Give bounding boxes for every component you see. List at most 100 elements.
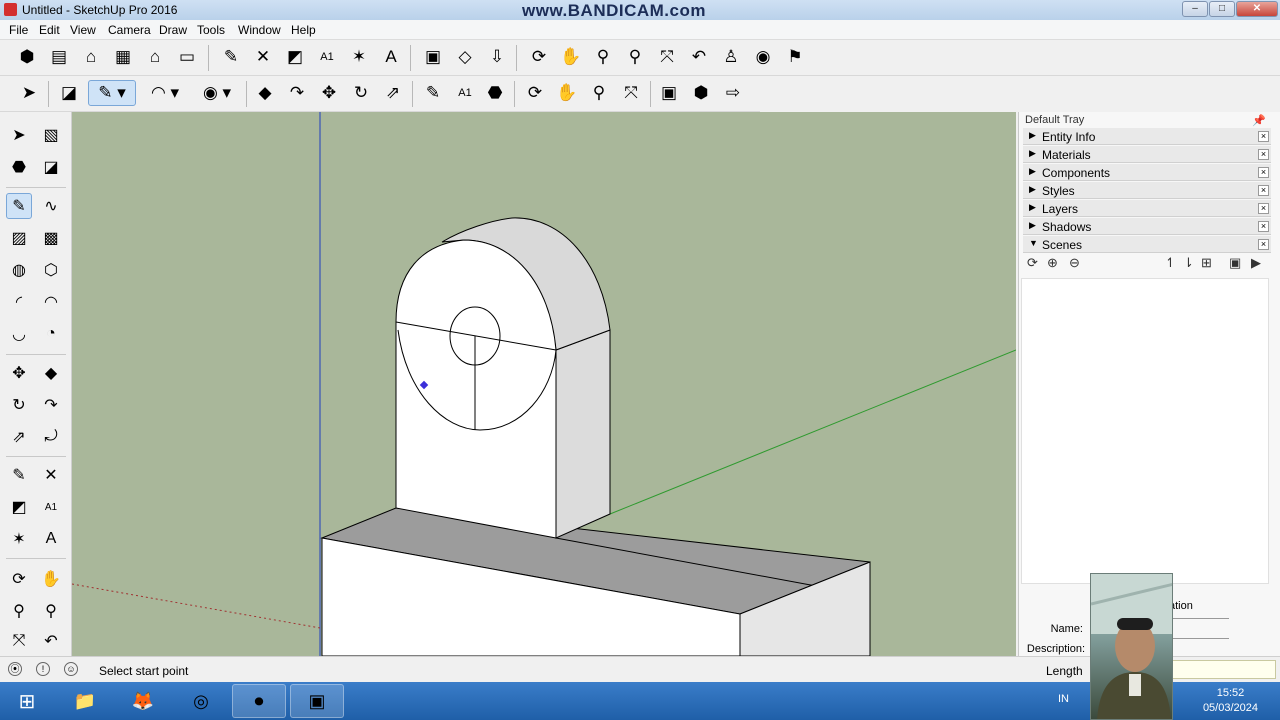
arc-tool-icon[interactable]: ◜ xyxy=(6,289,32,315)
eraser-icon[interactable]: ◪ xyxy=(56,80,82,106)
tape-measure-tool-icon[interactable]: ✎ xyxy=(6,462,32,488)
tape-measure-icon[interactable]: ✎ xyxy=(218,44,244,70)
protractor-tool-icon[interactable]: ◩ xyxy=(6,494,32,520)
view-options-icon[interactable]: ⊞ xyxy=(1201,255,1212,271)
push-pull-tool-icon[interactable]: ◆ xyxy=(38,360,64,386)
left-view-icon[interactable]: ▭ xyxy=(174,44,200,70)
select-icon[interactable]: ➤ xyxy=(16,80,42,106)
walk-icon[interactable]: ⚑ xyxy=(782,44,808,70)
select-tool-icon[interactable]: ➤ xyxy=(6,122,32,148)
extension-warehouse-icon-2[interactable]: ⬢ xyxy=(688,80,714,106)
close-panel-icon[interactable]: × xyxy=(1258,131,1269,142)
back-view-icon[interactable]: ⌂ xyxy=(142,44,168,70)
scale-tool-icon[interactable]: ⇗ xyxy=(6,424,32,450)
3d-text-icon[interactable]: A xyxy=(378,44,404,70)
text-icon[interactable]: A1 xyxy=(314,44,340,70)
rotated-rectangle-tool-icon[interactable]: ▩ xyxy=(38,225,64,251)
axes-tool-icon[interactable]: ✶ xyxy=(6,526,32,552)
eraser-tool-icon[interactable]: ◪ xyxy=(38,154,64,180)
zoom-tool-icon[interactable]: ⚲ xyxy=(6,598,32,624)
zoom-window-tool-icon[interactable]: ⚲ xyxy=(38,598,64,624)
credits-icon[interactable]: ☺ xyxy=(64,662,78,676)
3d-text-tool-icon[interactable]: A xyxy=(38,526,64,552)
zoom-window-icon[interactable]: ⚲ xyxy=(622,44,648,70)
freehand-tool-icon[interactable]: ∿ xyxy=(38,193,64,219)
firefox-icon[interactable]: 🦊 xyxy=(116,684,170,718)
iso-view-icon[interactable]: ⬢ xyxy=(14,44,40,70)
sketchup-taskbar-icon[interactable]: ▣ xyxy=(290,684,344,718)
add-scene-icon[interactable]: ⊕ xyxy=(1047,255,1058,271)
file-explorer-icon[interactable]: 📁 xyxy=(58,684,112,718)
start-button[interactable]: ⊞ xyxy=(2,684,52,718)
paint-bucket-icon[interactable]: ⬣ xyxy=(482,80,508,106)
close-panel-icon[interactable]: × xyxy=(1258,167,1269,178)
pan-icon[interactable]: ✋ xyxy=(558,44,584,70)
zoom-icon-2[interactable]: ⚲ xyxy=(586,80,612,106)
look-around-icon[interactable]: ◉ xyxy=(750,44,776,70)
orbit-icon-2[interactable]: ⟳ xyxy=(522,80,548,106)
scale-icon[interactable]: ⇗ xyxy=(380,80,406,106)
pin-icon[interactable]: 📌 xyxy=(1252,114,1266,127)
paint-bucket-tool-icon[interactable]: ⬣ xyxy=(6,154,32,180)
close-panel-icon[interactable]: × xyxy=(1258,221,1269,232)
rectangle-icon[interactable]: ◉ ▾ xyxy=(194,80,240,106)
scenes-list[interactable] xyxy=(1021,278,1269,584)
refresh-scene-icon[interactable]: ⟳ xyxy=(1027,255,1038,271)
move-tool-icon[interactable]: ✥ xyxy=(6,360,32,386)
send-to-layout-icon[interactable]: ⇨ xyxy=(720,80,746,106)
two-point-arc-tool-icon[interactable]: ◠ xyxy=(38,289,64,315)
model-canvas[interactable] xyxy=(72,112,1016,656)
bandicam-icon[interactable]: ⏺ xyxy=(232,684,286,718)
rectangle-tool-icon[interactable]: ▨ xyxy=(6,225,32,251)
previous-view-icon[interactable]: ↶ xyxy=(686,44,712,70)
menu-edit[interactable]: Edit xyxy=(39,23,60,37)
geo-location-icon[interactable]: ⦿ xyxy=(8,662,22,676)
close-panel-icon[interactable]: × xyxy=(1258,149,1269,160)
axes-icon[interactable]: ✶ xyxy=(346,44,372,70)
dimension-tool-icon[interactable]: ✕ xyxy=(38,462,64,488)
menu-file[interactable]: File xyxy=(9,23,28,37)
panel-styles[interactable]: ▶ Styles × xyxy=(1023,182,1271,199)
panel-scenes[interactable]: ▼ Scenes × xyxy=(1023,236,1271,253)
menu-window[interactable]: Window xyxy=(238,23,281,37)
details-toggle-icon[interactable]: ▣ xyxy=(1229,255,1241,271)
panel-materials[interactable]: ▶ Materials × xyxy=(1023,146,1271,163)
3d-warehouse-icon[interactable]: ▣ xyxy=(420,44,446,70)
panel-entity-info[interactable]: ▶ Entity Info × xyxy=(1023,128,1271,145)
menu-tools[interactable]: Tools xyxy=(197,23,225,37)
text-icon-2[interactable]: A1 xyxy=(452,80,478,106)
measurements-box[interactable] xyxy=(1172,660,1276,679)
top-view-icon[interactable]: ▤ xyxy=(46,44,72,70)
pan-tool-icon[interactable]: ✋ xyxy=(38,566,64,592)
pencil-icon[interactable]: ✎ ▾ xyxy=(88,80,136,106)
close-panel-icon[interactable]: × xyxy=(1258,185,1269,196)
zoom-extents-tool-icon[interactable]: ⤧ xyxy=(6,628,32,654)
move-icon[interactable]: ✥ xyxy=(316,80,342,106)
share-component-icon[interactable]: ◇ xyxy=(452,44,478,70)
chrome-icon[interactable]: ◎ xyxy=(174,684,228,718)
drawing-viewport[interactable] xyxy=(72,112,1016,656)
right-view-icon[interactable]: ▦ xyxy=(110,44,136,70)
system-clock[interactable]: 15:52 05/03/2024 xyxy=(1203,686,1258,716)
scene-name-field[interactable] xyxy=(1173,638,1229,639)
orbit-icon[interactable]: ⟳ xyxy=(526,44,552,70)
make-component-icon[interactable]: ▧ xyxy=(38,122,64,148)
zoom-extents-icon[interactable]: ⤧ xyxy=(654,44,680,70)
tape-measure-icon-2[interactable]: ✎ xyxy=(420,80,446,106)
protractor-icon[interactable]: ◩ xyxy=(282,44,308,70)
dimension-icon[interactable]: ✕ xyxy=(250,44,276,70)
extension-warehouse-icon[interactable]: ⇩ xyxy=(484,44,510,70)
polygon-tool-icon[interactable]: ⬡ xyxy=(38,257,64,283)
maximize-button[interactable]: □ xyxy=(1209,1,1235,17)
line-tool-icon[interactable]: ✎ xyxy=(6,193,32,219)
remove-scene-icon[interactable]: ⊖ xyxy=(1069,255,1080,271)
panel-components[interactable]: ▶ Components × xyxy=(1023,164,1271,181)
arc-icon[interactable]: ◠ ▾ xyxy=(142,80,188,106)
menu-draw[interactable]: Draw xyxy=(159,23,187,37)
3d-warehouse-icon-2[interactable]: ▣ xyxy=(656,80,682,106)
panel-layers[interactable]: ▶ Layers × xyxy=(1023,200,1271,217)
follow-me-icon[interactable]: ↷ xyxy=(284,80,310,106)
follow-me-tool-icon[interactable]: ↷ xyxy=(38,392,64,418)
show-details-icon[interactable]: ▶ xyxy=(1251,255,1261,271)
close-button[interactable]: ✕ xyxy=(1236,1,1278,17)
